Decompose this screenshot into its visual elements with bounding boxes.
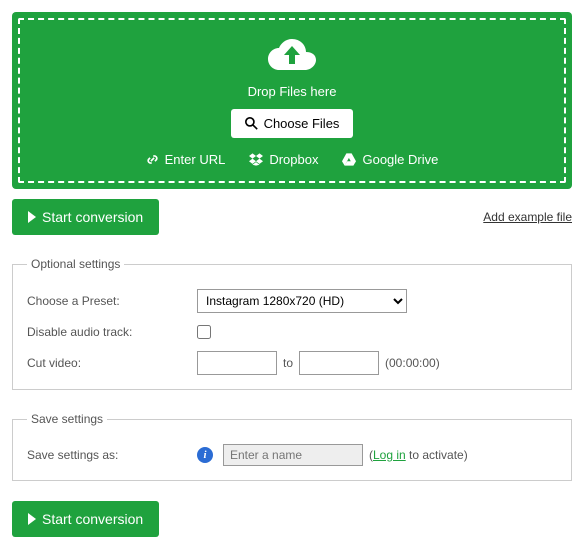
disable-audio-label: Disable audio track: <box>27 325 197 339</box>
start-conversion-button-top[interactable]: Start conversion <box>12 199 159 235</box>
cloud-upload-icon <box>268 38 316 74</box>
login-link[interactable]: Log in <box>373 448 406 462</box>
enter-url-link[interactable]: Enter URL <box>146 152 226 167</box>
start-conversion-button-bottom[interactable]: Start conversion <box>12 501 159 537</box>
chevron-right-icon <box>28 513 36 525</box>
google-drive-label: Google Drive <box>362 152 438 167</box>
cut-video-label: Cut video: <box>27 356 197 370</box>
file-dropzone[interactable]: Drop Files here Choose Files Enter URL D… <box>12 12 572 189</box>
start-conversion-label: Start conversion <box>42 511 143 527</box>
dropzone-inner: Drop Files here Choose Files Enter URL D… <box>18 18 566 183</box>
search-icon <box>245 117 258 130</box>
add-example-file-link[interactable]: Add example file <box>483 210 572 224</box>
time-hint: (00:00:00) <box>385 356 440 370</box>
link-icon <box>146 153 159 166</box>
dropbox-icon <box>249 153 263 166</box>
preset-select[interactable]: Instagram 1280x720 (HD) <box>197 289 407 313</box>
save-settings-label: Save settings as: <box>27 448 197 462</box>
disable-audio-checkbox[interactable] <box>197 325 211 339</box>
drop-text: Drop Files here <box>30 84 554 99</box>
preset-label: Choose a Preset: <box>27 294 197 308</box>
choose-files-label: Choose Files <box>264 116 340 131</box>
chevron-right-icon <box>28 211 36 223</box>
start-conversion-label: Start conversion <box>42 209 143 225</box>
to-text: to <box>283 356 293 370</box>
enter-url-label: Enter URL <box>165 152 226 167</box>
save-settings-legend: Save settings <box>27 412 107 426</box>
cut-video-to-input[interactable] <box>299 351 379 375</box>
dropbox-link[interactable]: Dropbox <box>249 152 318 167</box>
optional-settings-legend: Optional settings <box>27 257 124 271</box>
save-settings-fieldset: Save settings Save settings as: i (Log i… <box>12 412 572 481</box>
google-drive-link[interactable]: Google Drive <box>342 152 438 167</box>
save-name-input[interactable] <box>223 444 363 466</box>
dropbox-label: Dropbox <box>269 152 318 167</box>
optional-settings-fieldset: Optional settings Choose a Preset: Insta… <box>12 257 572 390</box>
cut-video-from-input[interactable] <box>197 351 277 375</box>
info-icon[interactable]: i <box>197 447 213 463</box>
google-drive-icon <box>342 153 356 166</box>
choose-files-button[interactable]: Choose Files <box>231 109 354 138</box>
login-hint: (Log in to activate) <box>369 448 468 462</box>
